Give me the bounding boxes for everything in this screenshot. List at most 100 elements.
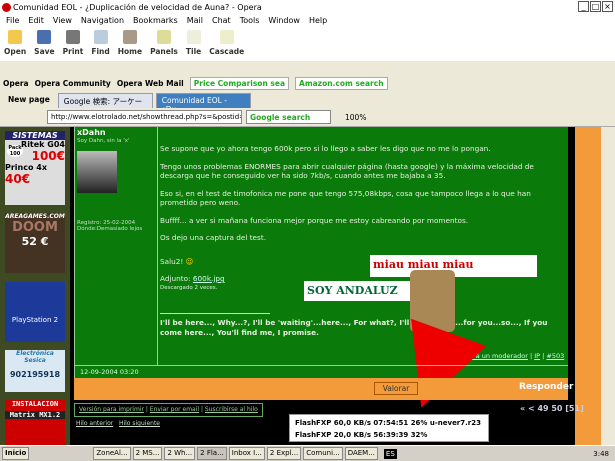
- post-body: Se supone que yo ahora tengo 600k pero s…: [160, 144, 565, 337]
- thread-nav: Hilo anterior Hilo siguiente: [76, 420, 160, 427]
- ad-doom[interactable]: AREAGAMES.COM DOOM 52 €: [5, 213, 65, 273]
- thread-tools: Versión para imprimir | Enviar por email…: [74, 403, 263, 417]
- user-info: xDahn Soy Dahn, sin la 'x' Registro: 25-…: [74, 127, 158, 365]
- start-button[interactable]: Inicio: [2, 447, 30, 460]
- tab-comunidad[interactable]: Comunidad EOL - ¿Du...: [155, 93, 251, 114]
- label: Open: [4, 47, 27, 56]
- ad-ps2[interactable]: PlayStation 2: [5, 282, 65, 342]
- label: Panels: [150, 47, 178, 56]
- task-msn[interactable]: 2 MS...: [132, 447, 163, 460]
- google-search-field[interactable]: Google search: [246, 110, 331, 124]
- location: Dónde:Demasiado lejos: [77, 226, 143, 232]
- tab-google[interactable]: Google 検索: アーケー: [57, 93, 153, 108]
- magnifier-icon: [93, 30, 108, 44]
- label: Tile: [185, 47, 202, 56]
- ad-text: Princo 4x: [5, 163, 47, 172]
- window-title: Comunidad EOL - ¿Duplicación de velocida…: [13, 2, 262, 12]
- ad-electronica[interactable]: Electrónica Sesica 902195918: [5, 350, 65, 392]
- task-wh[interactable]: 2 Wh...: [164, 447, 196, 460]
- taskbar: Inicio ZoneAl... 2 MS... 2 Wh... 2 Fla..…: [0, 445, 615, 461]
- post-paragraph: Buffff... a ver si mañana funciona mejor…: [160, 215, 469, 225]
- language-indicator[interactable]: ES: [383, 448, 397, 459]
- url-field[interactable]: http://www.elotrolado.net/showthread.php…: [47, 110, 242, 124]
- post-paragraph: Se supone que yo ahora tengo 600k pero s…: [160, 144, 491, 153]
- username[interactable]: xDahn: [74, 127, 157, 138]
- print-version-link[interactable]: Versión para imprimir: [79, 406, 144, 413]
- toolbar-spacer: [0, 61, 615, 75]
- ad-brand: SISTEMAS: [5, 131, 65, 140]
- next-thread-link[interactable]: Hilo siguiente: [119, 420, 160, 427]
- tile-icon: [186, 30, 201, 44]
- menu-bar: File Edit View Navigation Bookmarks Mail Chat T…: [0, 14, 615, 27]
- cascade-icon: [219, 30, 234, 44]
- task-daemon[interactable]: DAEM...: [344, 447, 378, 460]
- task-explorer[interactable]: 2 Expl...: [266, 447, 302, 460]
- menu-mail[interactable]: Mail: [187, 16, 203, 25]
- avatar: [77, 151, 117, 193]
- ip-link[interactable]: IP: [534, 352, 540, 360]
- salu-text: Salu2!: [160, 256, 184, 266]
- notification-item[interactable]: FlashFXP 60,0 KB/s 07:54:51 26% u-never7…: [295, 417, 483, 429]
- ad-price: 52 €: [21, 235, 49, 248]
- label: Home: [117, 47, 143, 56]
- signature: I'll be here..., Why...?, I'll be 'waiti…: [160, 318, 548, 337]
- label: Cascade: [209, 47, 245, 56]
- bookmark-webmail[interactable]: Opera Web Mail: [117, 79, 184, 88]
- task-zonealarm[interactable]: ZoneAl...: [93, 447, 131, 460]
- responder-button[interactable]: Responder: [519, 382, 573, 392]
- opera-logo-icon: [2, 2, 11, 12]
- ad-text: PlayStation 2: [11, 316, 59, 324]
- scrollbar[interactable]: [601, 127, 615, 445]
- close-button[interactable]: ×: [602, 1, 613, 12]
- label: Print: [62, 47, 84, 56]
- ad-column: SISTEMAS Ritek G04 100€ Princo 4x 40€ Pa…: [0, 127, 70, 445]
- registro: Registro: 25-02-2004: [77, 220, 136, 226]
- ad-sistemas[interactable]: SISTEMAS Ritek G04 100€ Princo 4x 40€ Pa…: [5, 131, 65, 205]
- minimize-button[interactable]: _: [578, 1, 589, 12]
- smiley-icon: ☺: [185, 256, 194, 266]
- menu-chat[interactable]: Chat: [212, 16, 231, 25]
- disk-icon: [37, 30, 52, 44]
- tab-bar: New page Google 検索: アーケー Comunidad EOL -…: [0, 92, 615, 114]
- maximize-button[interactable]: □: [590, 1, 601, 12]
- task-flashfxp[interactable]: 2 Fla...: [197, 447, 227, 460]
- post-number-link[interactable]: #503: [546, 352, 564, 360]
- menu-window[interactable]: Window: [268, 16, 300, 25]
- bookmark-community[interactable]: Opera Community: [35, 79, 111, 88]
- prev-thread-link[interactable]: Hilo anterior: [76, 420, 113, 427]
- task-opera[interactable]: Comuni...: [303, 447, 343, 460]
- menu-navigation[interactable]: Navigation: [81, 16, 124, 25]
- ad-instalacion[interactable]: INSTALACION Matrix MX1.2: [5, 400, 65, 445]
- menu-view[interactable]: View: [53, 16, 72, 25]
- task-inbox[interactable]: Inbox I...: [228, 447, 265, 460]
- post-paragraph: Tengo unos problemas ENORMES para abrir …: [160, 161, 534, 181]
- subscribe-link[interactable]: Suscribirse al hilo: [205, 406, 258, 413]
- toolbar-blank: [285, 27, 615, 61]
- menu-bookmarks[interactable]: Bookmarks: [133, 16, 178, 25]
- ad-site: AREAGAMES.COM: [5, 213, 65, 220]
- email-link[interactable]: Enviar por email: [150, 406, 199, 413]
- overlay-text-andaluz: SOY ANDALUZ: [304, 281, 418, 301]
- amazon-search[interactable]: Amazon.com search: [295, 76, 388, 90]
- menu-tools[interactable]: Tools: [240, 16, 260, 25]
- reply-bar: Valorar Responder: [74, 378, 573, 400]
- post-paragraph: Eso si, en el test de timofonica me pone…: [160, 188, 531, 208]
- pagination[interactable]: « < 49 50 [51]: [520, 404, 584, 413]
- attachment-link[interactable]: 600k.jpg: [193, 274, 225, 283]
- menu-edit[interactable]: Edit: [28, 16, 44, 25]
- ad-text: Electrónica Sesica: [16, 350, 54, 364]
- flashfxp-notifications: FlashFXP 60,0 KB/s 07:54:51 26% u-never7…: [289, 414, 489, 451]
- menu-file[interactable]: File: [6, 16, 19, 25]
- menu-help[interactable]: Help: [309, 16, 327, 25]
- post-date: 12-09-2004 03:20: [80, 368, 139, 376]
- ad-price: 40€: [5, 172, 31, 186]
- bookmark-opera[interactable]: Opera: [3, 79, 29, 88]
- ad-game: DOOM: [12, 220, 58, 235]
- price-search[interactable]: Price Comparison sea: [189, 76, 290, 90]
- address-bar: http://www.elotrolado.net/showthread.php…: [0, 108, 615, 127]
- zoom-select[interactable]: 100%: [345, 113, 366, 122]
- bookmarks-bar: Opera Opera Community Opera Web Mail Pri…: [0, 75, 615, 91]
- ad-phone: 902195918: [9, 370, 61, 379]
- valorar-button[interactable]: Valorar: [374, 382, 418, 395]
- new-page-button[interactable]: New page: [3, 93, 55, 108]
